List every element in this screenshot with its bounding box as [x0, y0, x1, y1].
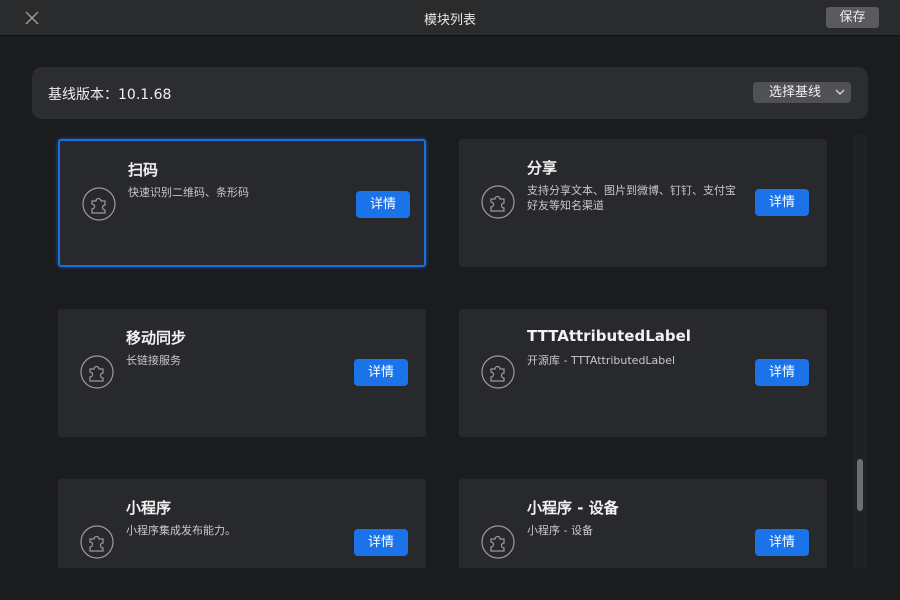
module-description: 长链接服务 — [126, 354, 181, 367]
module-description: 小程序集成发布能力。 — [126, 524, 236, 537]
module-card[interactable]: 小程序 - 设备 小程序 - 设备 详情 — [459, 479, 827, 568]
module-name: 小程序 - 设备 — [527, 499, 619, 517]
module-card[interactable]: TTTAttributedLabel 开源库 - TTTAttributedLa… — [459, 309, 827, 437]
details-button[interactable]: 详情 — [755, 529, 809, 556]
title-bar: 模块列表 保存 — [0, 0, 900, 36]
module-name: 扫码 — [128, 161, 159, 179]
puzzle-icon — [481, 185, 515, 219]
module-name: 分享 — [527, 159, 558, 177]
details-button[interactable]: 详情 — [755, 189, 809, 216]
module-card[interactable]: 分享 支持分享文本、图片到微博、钉钉、支付宝好友等知名渠道 详情 — [459, 139, 827, 267]
module-description: 小程序 - 设备 — [527, 524, 593, 537]
details-button[interactable]: 详情 — [755, 359, 809, 386]
module-name: 小程序 — [126, 499, 172, 517]
module-description: 支持分享文本、图片到微博、钉钉、支付宝好友等知名渠道 — [527, 184, 736, 212]
module-card[interactable]: 扫码 快速识别二维码、条形码 详情 — [58, 139, 426, 267]
save-button[interactable]: 保存 — [826, 7, 879, 28]
puzzle-icon — [481, 525, 515, 559]
module-name: 移动同步 — [126, 329, 187, 347]
baseline-bar: 基线版本：10.1.68 选择基线 — [32, 67, 868, 119]
details-button[interactable]: 详情 — [356, 191, 410, 218]
module-card[interactable]: 移动同步 长链接服务 详情 — [58, 309, 426, 437]
details-button[interactable]: 详情 — [354, 359, 408, 386]
chevron-down-icon — [835, 89, 845, 95]
puzzle-icon — [80, 355, 114, 389]
module-description: 快速识别二维码、条形码 — [128, 186, 249, 199]
baseline-version-label: 基线版本：10.1.68 — [48, 87, 172, 103]
details-button[interactable]: 详情 — [354, 529, 408, 556]
module-grid: 扫码 快速识别二维码、条形码 详情 分享 支持分享文本、图片到微博、钉钉、支付宝… — [32, 119, 868, 568]
module-name: TTTAttributedLabel — [527, 327, 691, 345]
puzzle-icon — [82, 187, 116, 221]
select-baseline-dropdown[interactable]: 选择基线 — [753, 82, 851, 103]
vertical-scrollbar[interactable] — [853, 135, 867, 568]
window-title: 模块列表 — [423, 13, 476, 28]
module-card[interactable]: 小程序 小程序集成发布能力。 详情 — [58, 479, 426, 568]
select-baseline-label: 选择基线 — [769, 85, 822, 100]
puzzle-icon — [481, 355, 515, 389]
puzzle-icon — [80, 525, 114, 559]
module-description: 开源库 - TTTAttributedLabel — [527, 354, 676, 367]
scrollbar-thumb[interactable] — [857, 459, 863, 511]
